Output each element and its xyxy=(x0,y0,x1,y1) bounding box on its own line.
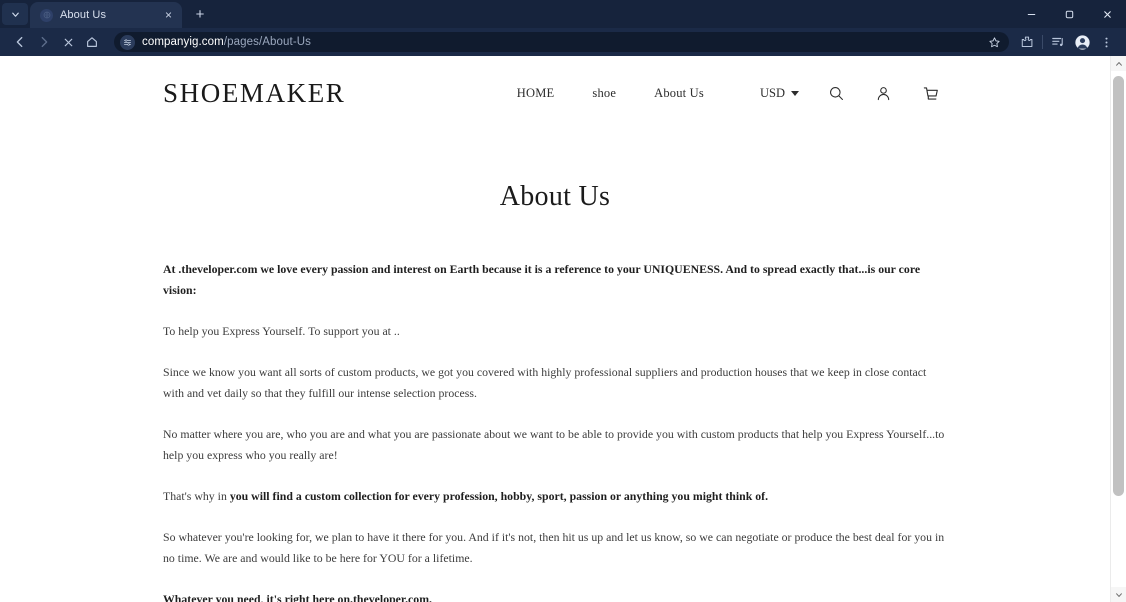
window-close-button[interactable] xyxy=(1088,0,1126,28)
address-bar[interactable]: companyig.com/pages/About-Us xyxy=(114,32,1009,52)
extensions-button[interactable] xyxy=(1015,30,1039,54)
scroll-up-button[interactable] xyxy=(1111,56,1126,71)
web-page: SHOEMAKER HOME shoe About Us USD About U… xyxy=(0,56,1110,602)
browser-titlebar: About Us × + xyxy=(0,0,1126,28)
site-logo[interactable]: SHOEMAKER xyxy=(163,78,345,109)
toolbar-divider xyxy=(1042,35,1043,49)
account-icon xyxy=(877,87,890,101)
tab-title: About Us xyxy=(60,9,107,21)
browser-menu-button[interactable] xyxy=(1094,30,1118,54)
chevron-down-icon xyxy=(1115,592,1122,597)
back-button[interactable] xyxy=(8,30,32,54)
page-content: At .theveloper.com we love every passion… xyxy=(0,213,1110,602)
scroll-down-button[interactable] xyxy=(1111,587,1126,602)
maximize-icon xyxy=(1065,10,1073,18)
minimize-icon xyxy=(1027,13,1035,15)
page-title: About Us xyxy=(499,181,611,212)
nav-home[interactable]: HOME xyxy=(517,86,555,101)
paragraph-intro: At .theveloper.com we love every passion… xyxy=(163,262,921,297)
paragraph-suppliers: Since we know you want all sorts of cust… xyxy=(163,365,927,400)
browser-window: About Us × + companyig.com/pages/About-U… xyxy=(0,0,1126,602)
paragraph-deal: So whatever you're looking for, we plan … xyxy=(163,530,945,565)
search-icon xyxy=(830,87,843,100)
cart-icon xyxy=(923,86,938,100)
forward-button[interactable] xyxy=(32,30,56,54)
extensions-icon xyxy=(1021,36,1033,48)
page-viewport: SHOEMAKER HOME shoe About Us USD About U… xyxy=(0,56,1126,602)
stop-loading-button[interactable] xyxy=(56,30,80,54)
chevron-down-icon xyxy=(791,91,799,96)
stop-icon xyxy=(64,38,72,46)
tab-close-icon[interactable]: × xyxy=(161,8,176,23)
three-dot-menu-icon xyxy=(1104,37,1108,47)
window-controls xyxy=(1012,0,1126,28)
bookmark-star-icon[interactable] xyxy=(985,33,1003,51)
media-list-button[interactable] xyxy=(1046,30,1070,54)
browser-tab[interactable]: About Us × xyxy=(30,2,182,28)
paragraph-closing: Whatever you need, it's right here on.th… xyxy=(163,592,432,602)
nav-shoe[interactable]: shoe xyxy=(592,86,616,101)
tab-search-button[interactable] xyxy=(2,3,28,25)
profile-avatar-icon xyxy=(1074,34,1090,50)
site-header: SHOEMAKER HOME shoe About Us USD xyxy=(0,56,1110,129)
currency-selector[interactable]: USD xyxy=(760,86,799,101)
url-path: /pages/About-Us xyxy=(223,36,312,48)
chevron-down-icon xyxy=(11,12,19,17)
cart-button[interactable] xyxy=(921,84,940,103)
media-list-icon xyxy=(1052,37,1063,47)
address-bar-url: companyig.com/pages/About-Us xyxy=(142,36,985,48)
forward-arrow-icon xyxy=(41,36,48,48)
profile-button[interactable] xyxy=(1070,30,1094,54)
account-button[interactable] xyxy=(874,84,893,103)
nav-about-us[interactable]: About Us xyxy=(654,86,704,101)
paragraph-collection-bold: you will find a custom collection for ev… xyxy=(229,489,769,503)
page-favicon xyxy=(40,8,53,22)
browser-toolbar: companyig.com/pages/About-Us xyxy=(0,28,1126,56)
search-button[interactable] xyxy=(827,84,846,103)
scrollbar-thumb[interactable] xyxy=(1113,76,1124,496)
home-icon xyxy=(87,37,97,47)
scrollbar-track[interactable] xyxy=(1111,71,1126,587)
chevron-up-icon xyxy=(1115,61,1122,66)
home-button[interactable] xyxy=(80,30,104,54)
window-maximize-button[interactable] xyxy=(1050,0,1088,28)
paragraph-collection: That's why in you will find a custom col… xyxy=(163,486,947,507)
paragraph-custom-products: No matter where you are, who you are and… xyxy=(163,427,945,462)
url-domain: companyig.com xyxy=(142,36,224,48)
site-navigation: HOME shoe About Us USD xyxy=(517,84,940,103)
currency-label: USD xyxy=(759,86,785,100)
site-settings-icon[interactable] xyxy=(120,34,135,50)
back-arrow-icon xyxy=(16,36,23,48)
page-scrollbar[interactable] xyxy=(1110,56,1126,602)
close-icon xyxy=(1103,10,1111,18)
window-minimize-button[interactable] xyxy=(1012,0,1050,28)
new-tab-button[interactable]: + xyxy=(188,3,212,25)
paragraph-support: To help you Express Yourself. To support… xyxy=(163,324,400,338)
paragraph-collection-lead: That's why in xyxy=(163,489,227,503)
